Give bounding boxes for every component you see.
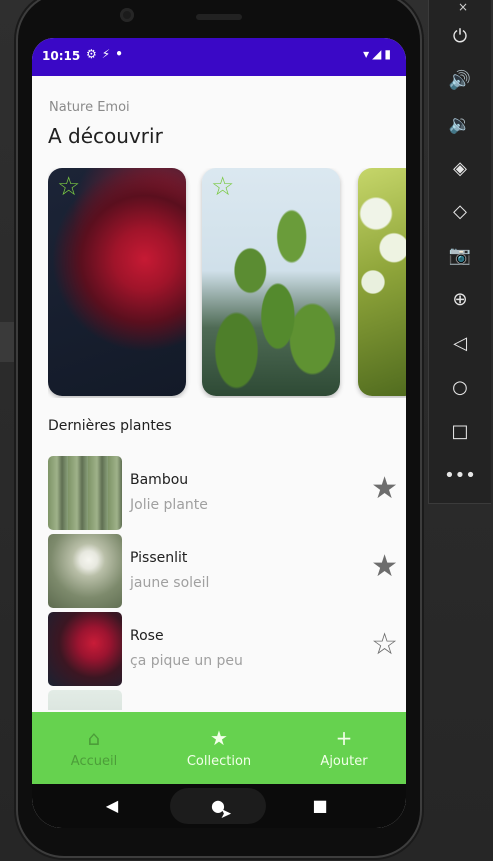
lily-card[interactable] [358, 168, 406, 396]
system-navigation-bar: ◀ ● ■ [32, 784, 406, 828]
dot-icon: • [115, 47, 128, 61]
status-time: 10:15 [42, 49, 81, 63]
phone-screen: 10:15 ⚙⚡• ▾◢▮ Nature Emoi A découvrir ☆ … [32, 38, 406, 828]
bottom-navigation: ⌂ Accueil ★ Collection + Ajouter [32, 712, 406, 784]
nav-label: Collection [186, 754, 252, 769]
cell-icon: ◢ [372, 47, 385, 61]
page-title: A découvrir [48, 124, 163, 148]
plant-thumbnail [48, 612, 122, 686]
status-bar: 10:15 ⚙⚡• ▾◢▮ [32, 38, 406, 76]
close-icon[interactable]: × [458, 0, 468, 14]
favorite-star-outline-icon[interactable]: ☆ [371, 630, 398, 660]
status-left-icons: ⚙⚡• [86, 47, 128, 61]
cactus-card[interactable]: ☆ [202, 168, 340, 396]
nav-ajouter[interactable]: + Ajouter [282, 712, 406, 784]
back-icon[interactable]: ◁ [429, 329, 491, 359]
favorite-star-outline-icon[interactable]: ☆ [57, 174, 80, 200]
plant-name: Rose [130, 628, 164, 644]
camera-icon[interactable]: 📷 [429, 241, 491, 271]
more-icon[interactable]: ••• [429, 461, 491, 491]
home-icon[interactable]: ○ [429, 373, 491, 403]
gear-icon: ⚙ [86, 47, 102, 61]
plant-name: Bambou [130, 472, 189, 488]
plant-thumbnail [48, 534, 122, 608]
volume-down-icon[interactable]: 🔉 [429, 110, 491, 140]
section-title: Dernières plantes [48, 418, 172, 434]
nav-label: Accueil [70, 754, 118, 769]
signal-wifi-x-icon: ⚡ [101, 47, 116, 61]
rotate-right-icon[interactable]: ◇ [429, 197, 491, 227]
plant-description: Jolie plante [130, 497, 208, 513]
wifi-icon: ▾ [363, 47, 373, 61]
earpiece-speaker [196, 14, 242, 20]
favorite-star-filled-icon[interactable]: ★ [371, 474, 398, 504]
app-subtitle: Nature Emoi [49, 100, 130, 115]
rotate-left-icon[interactable]: ◈ [429, 154, 491, 184]
overview-icon[interactable]: □ [429, 417, 491, 447]
emulator-toolbar: × ⏻ 🔊 🔉 ◈ ◇ 📷 ⊕ ◁ ○ □ ••• [428, 0, 491, 504]
star-icon: ★ [210, 726, 228, 750]
rose-card[interactable]: ☆ [48, 168, 186, 396]
favorite-star-filled-icon[interactable]: ★ [371, 552, 398, 582]
list-item[interactable]: Pissenlit jaune soleil ★ [48, 534, 398, 608]
home-icon: ⌂ [87, 726, 101, 750]
status-right-icons: ▾◢▮ [363, 47, 394, 61]
zoom-icon[interactable]: ⊕ [429, 285, 491, 315]
list-item[interactable] [48, 690, 398, 710]
power-icon[interactable]: ⏻ [429, 22, 491, 52]
list-item[interactable]: Bambou Jolie plante ★ [48, 456, 398, 530]
volume-up-icon[interactable]: 🔊 [429, 66, 491, 96]
plant-name: Pissenlit [130, 550, 188, 566]
featured-carousel[interactable]: ☆ ☆ [48, 168, 406, 398]
plant-description: jaune soleil [130, 575, 210, 591]
phone-frame: 10:15 ⚙⚡• ▾◢▮ Nature Emoi A découvrir ☆ … [18, 0, 420, 856]
plant-thumbnail [48, 690, 122, 710]
plant-thumbnail [48, 456, 122, 530]
back-icon[interactable]: ◀ [92, 784, 132, 828]
list-item[interactable]: Rose ça pique un peu ☆ [48, 612, 398, 686]
plus-icon: + [335, 726, 353, 750]
battery-icon: ▮ [384, 47, 394, 61]
overview-icon[interactable]: ■ [300, 784, 340, 828]
nav-collection[interactable]: ★ Collection [157, 712, 281, 784]
front-camera [120, 8, 134, 22]
plant-description: ça pique un peu [130, 653, 243, 669]
nav-accueil[interactable]: ⌂ Accueil [32, 712, 156, 784]
nav-label: Ajouter [320, 754, 368, 769]
mouse-cursor-icon: ➤ [220, 806, 232, 822]
home-icon[interactable]: ● [198, 784, 238, 828]
favorite-star-outline-icon[interactable]: ☆ [211, 174, 234, 200]
